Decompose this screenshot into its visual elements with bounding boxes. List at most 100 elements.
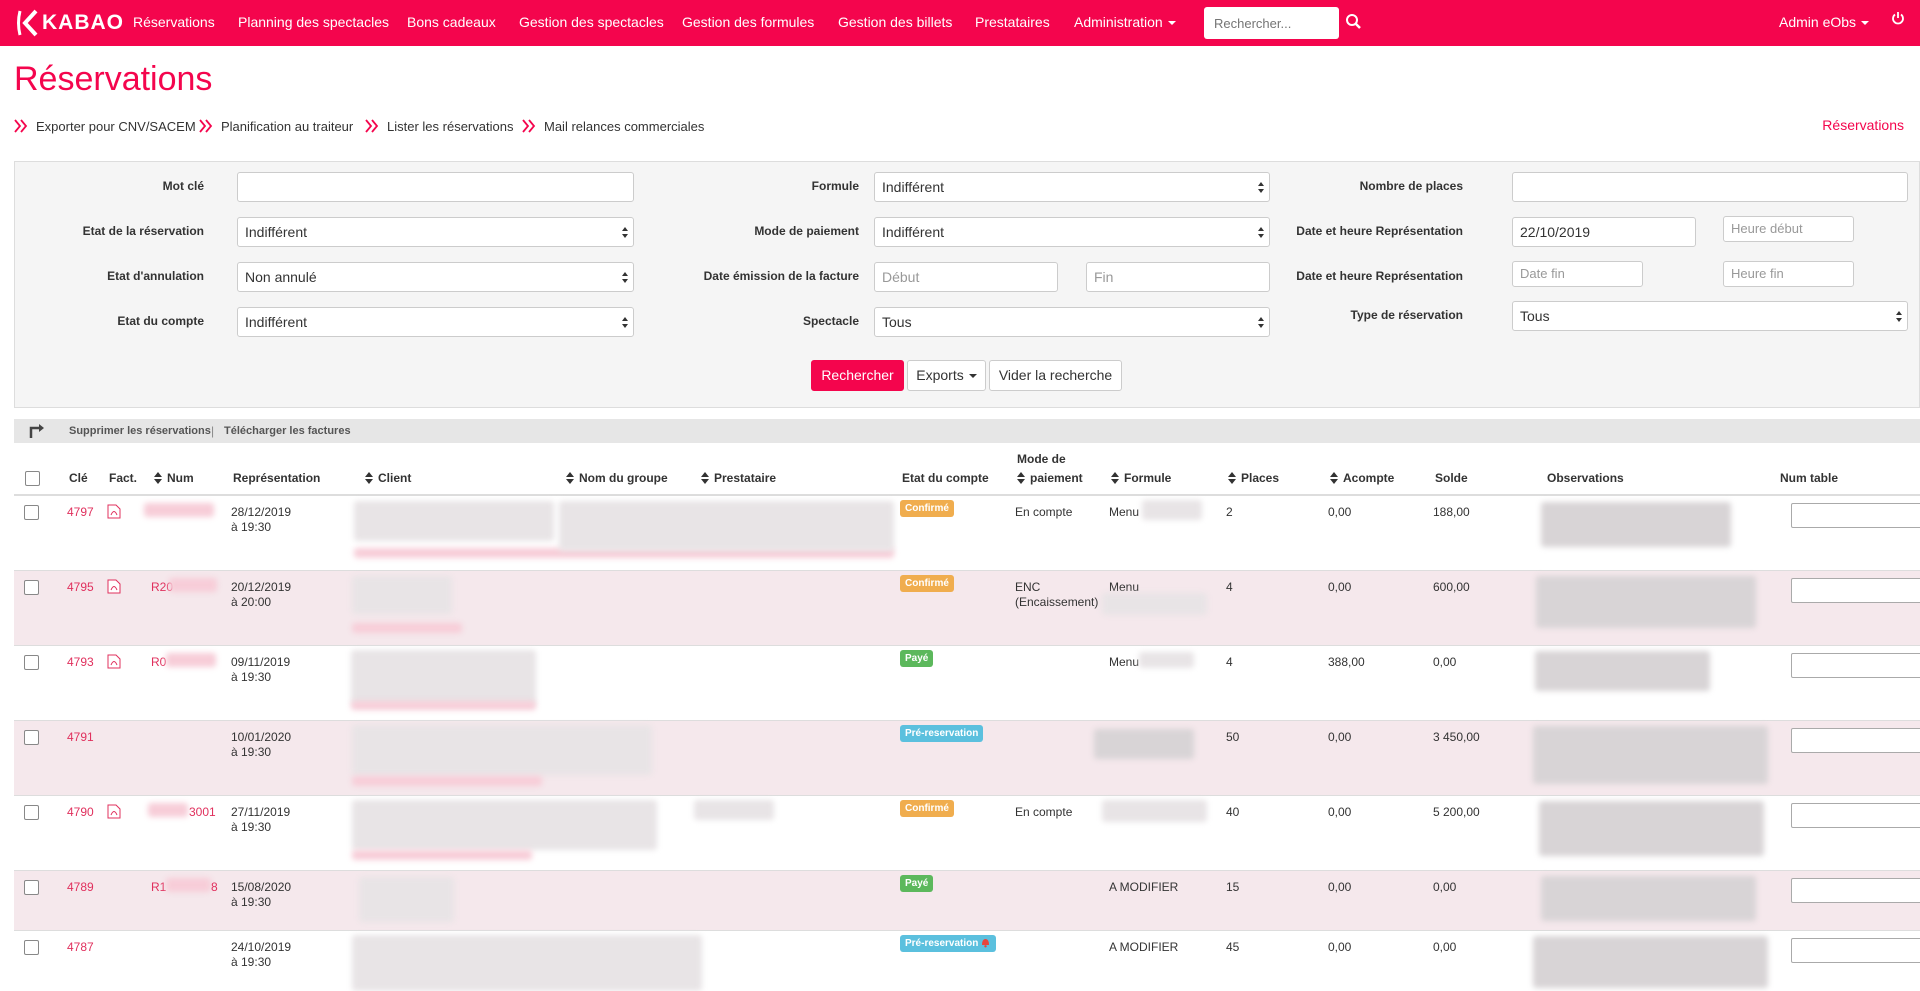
nav-item-gestion-formules[interactable]: Gestion des formules [682,14,814,30]
spectacle-select[interactable]: Tous [874,307,1270,337]
col-header-formule[interactable]: Formule [1111,471,1171,485]
col-header-etat-compte[interactable]: Etat du compte [902,471,989,485]
invoice-num-link[interactable]: 3001 [189,805,216,820]
search-icon[interactable] [1345,12,1363,32]
kabao-logo[interactable]: KABAO [16,8,124,38]
table-row[interactable]: 4790 3001 27/11/2019 à 19:30 Confirmé En… [14,796,1920,871]
num-table-input[interactable] [1791,578,1920,603]
nav-item-reservations[interactable]: Réservations [133,14,215,30]
solde-value: 5 200,00 [1433,805,1480,819]
reservation-key-link[interactable]: 4791 [67,730,94,745]
table-row[interactable]: 4789 R1 8 15/08/2020 à 19:30 Payé A MODI… [14,871,1920,931]
col-header-acompte[interactable]: Acompte [1330,471,1394,485]
places-value: 15 [1226,880,1240,894]
row-checkbox[interactable] [24,880,39,895]
supprimer-reservations-link[interactable]: Supprimer les réservations [69,425,211,437]
pdf-icon[interactable] [107,654,121,669]
redacted-client [351,650,536,705]
date-representation-debut-input[interactable]: 22/10/2019 [1512,217,1696,247]
formule-value: A MODIFIER [1109,880,1179,894]
reservation-key-link[interactable]: 4789 [67,880,94,895]
type-reservation-select[interactable]: Tous [1512,301,1908,331]
row-checkbox[interactable] [24,940,39,955]
global-search-input[interactable] [1204,7,1339,39]
etat-reservation-select[interactable]: Indifférent [237,217,634,247]
row-checkbox[interactable] [24,505,39,520]
heure-fin-input[interactable]: Heure fin [1723,261,1854,287]
col-header-num-table[interactable]: Num table [1780,471,1838,485]
redacted-client [351,701,536,710]
reservation-key-link[interactable]: 4790 [67,805,94,820]
telecharger-factures-link[interactable]: Télécharger les factures [224,425,351,437]
pdf-icon[interactable] [107,579,121,594]
num-table-input[interactable] [1791,728,1920,753]
row-checkbox[interactable] [24,730,39,745]
rechercher-button[interactable]: Rechercher [811,360,904,391]
row-checkbox[interactable] [24,580,39,595]
sublink-planification-traiteur[interactable]: Planification au traiteur [199,119,353,134]
nombre-places-input[interactable] [1512,172,1908,202]
mot-cle-input[interactable] [237,172,634,202]
table-row[interactable]: 4787 24/10/2019 à 19:30 Pré-reservation … [14,931,1920,991]
col-header-cle[interactable]: Clé [69,471,88,485]
reservation-key-link[interactable]: 4793 [67,655,94,670]
reservation-key-link[interactable]: 4787 [67,940,94,955]
date-fin-input[interactable]: Date fin [1512,261,1643,287]
table-row[interactable]: 4795 R20 20/12/2019 à 20:00 Confirmé ENC… [14,571,1920,646]
invoice-num-link[interactable]: R1 [151,880,166,895]
mode-paiement-select[interactable]: Indifférent [874,217,1270,247]
col-header-observations[interactable]: Observations [1547,471,1624,485]
col-header-nom-groupe[interactable]: Nom du groupe [566,471,668,485]
nav-item-bons-cadeaux[interactable]: Bons cadeaux [407,14,496,30]
representation-date: 09/11/2019 [231,655,291,669]
nav-item-planning[interactable]: Planning des spectacles [238,14,389,30]
invoice-num-link[interactable]: R0 [151,655,166,670]
etat-annulation-select[interactable]: Non annulé [237,262,634,292]
col-header-client[interactable]: Client [365,471,411,485]
col-header-places[interactable]: Places [1228,471,1279,485]
user-menu[interactable]: Admin eObs [1779,14,1870,30]
col-header-prestataire[interactable]: Prestataire [701,471,776,485]
reservation-key-link[interactable]: 4797 [67,505,94,520]
representation-time: à 19:30 [231,520,272,534]
redacted-num [144,503,214,517]
table-row[interactable]: 4797 28/12/2019 à 19:30 Confirmé En comp… [14,496,1920,571]
row-checkbox[interactable] [24,805,39,820]
col-header-representation[interactable]: Représentation [233,471,320,485]
exports-button[interactable]: Exports [907,360,986,391]
sublink-lister-reservations[interactable]: Lister les réservations [365,119,513,134]
status-badge: Payé [900,875,934,892]
formule-select[interactable]: Indifférent [874,172,1270,202]
num-table-input[interactable] [1791,938,1920,963]
table-row[interactable]: 4791 10/01/2020 à 19:30 Pré-reservation … [14,721,1920,796]
num-table-input[interactable] [1791,878,1920,903]
col-header-fact[interactable]: Fact. [109,471,137,485]
redacted-observations [1541,502,1731,547]
breadcrumb[interactable]: Réservations [1822,117,1904,133]
sublink-mail-relances[interactable]: Mail relances commerciales [522,119,704,134]
nav-item-prestataires[interactable]: Prestataires [975,14,1050,30]
etat-compte-select[interactable]: Indifférent [237,307,634,337]
nav-item-administration[interactable]: Administration [1074,14,1176,30]
nav-item-gestion-billets[interactable]: Gestion des billets [838,14,952,30]
status-badge: Confirmé [900,500,954,517]
pdf-icon[interactable] [107,504,121,519]
vider-recherche-button[interactable]: Vider la recherche [989,360,1122,391]
reservation-key-link[interactable]: 4795 [67,580,94,595]
num-table-input[interactable] [1791,503,1920,528]
select-all-checkbox[interactable] [25,471,40,486]
date-facture-debut-input[interactable]: Début [874,262,1058,292]
pdf-icon[interactable] [107,804,121,819]
col-header-solde[interactable]: Solde [1435,471,1468,485]
row-checkbox[interactable] [24,655,39,670]
table-row[interactable]: 4793 R0 09/11/2019 à 19:30 Payé Menu 4 3… [14,646,1920,721]
col-header-mode-paiement[interactable]: paiement [1017,471,1083,485]
power-icon[interactable] [1891,11,1905,25]
num-table-input[interactable] [1791,653,1920,678]
heure-debut-input[interactable]: Heure début [1723,216,1854,242]
nav-item-gestion-spectacles[interactable]: Gestion des spectacles [519,14,664,30]
date-facture-fin-input[interactable]: Fin [1086,262,1270,292]
col-header-num[interactable]: Num [154,471,194,485]
sublink-export-cnv-sacem[interactable]: Exporter pour CNV/SACEM [14,119,196,134]
num-table-input[interactable] [1791,803,1920,828]
